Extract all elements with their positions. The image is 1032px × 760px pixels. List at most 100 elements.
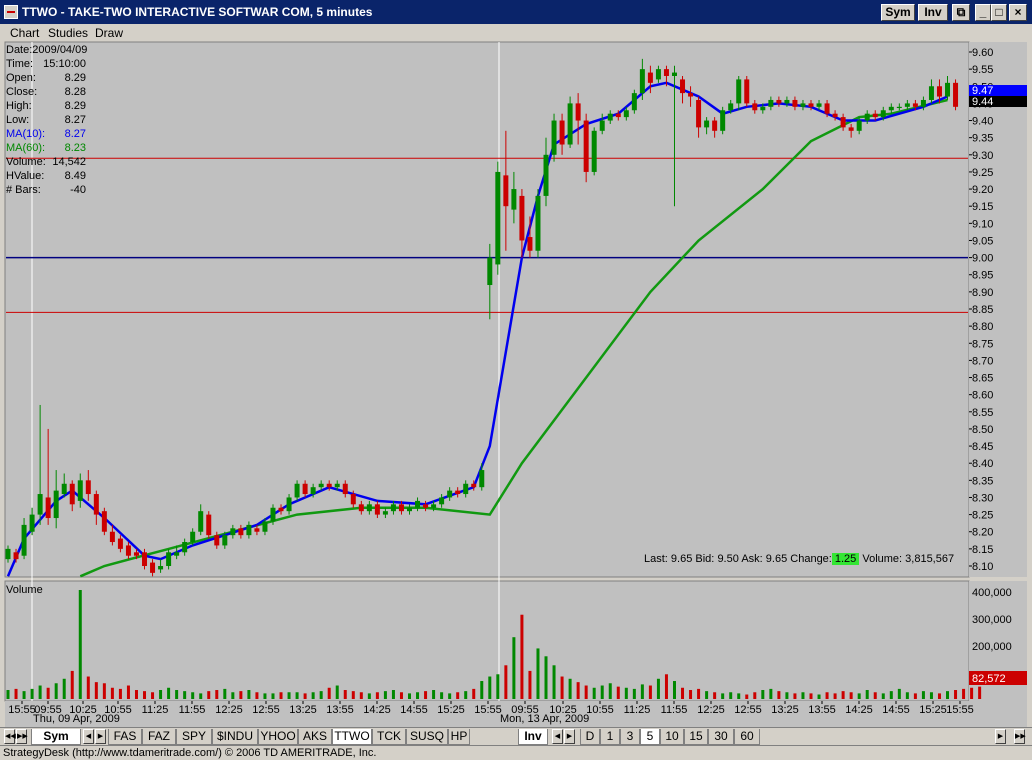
data-window-row: MA(10): 8.27 (6, 127, 86, 141)
symbol-tab-susq[interactable]: SUSQ (406, 729, 448, 745)
interval-tab-10[interactable]: 10 (660, 729, 684, 745)
symbol-tab-spy[interactable]: SPY (176, 729, 212, 745)
change-label: Change: (790, 553, 832, 565)
x-tick-label: 12:55 (734, 704, 762, 716)
volume-bar (785, 692, 789, 699)
volume-bar (777, 691, 781, 699)
data-window-value: 8.49 (64, 170, 86, 182)
next-symbol-icon[interactable]: ▶ (95, 729, 106, 744)
symbol-tab-fas[interactable]: FAS (108, 729, 142, 745)
volume-tick-label: 400,000 (972, 587, 1012, 599)
volume-bar (134, 690, 138, 699)
data-window-label: # Bars: (6, 184, 41, 196)
prev-interval-icon[interactable]: ◀ (552, 729, 563, 744)
x-tick-label: 12:25 (697, 704, 725, 716)
candle-body (45, 497, 51, 519)
symbol-tab-aks[interactable]: AKS (298, 729, 332, 745)
candle-body (117, 538, 123, 549)
interval-tab-3[interactable]: 3 (620, 729, 640, 745)
candle-body (655, 69, 661, 80)
volume-bar (391, 690, 395, 699)
candle-body (326, 483, 332, 488)
data-window-row: Time: 15:10:00 (6, 57, 86, 71)
y-tick-label: 8.20 (972, 527, 993, 539)
volume-bar (536, 648, 540, 699)
y-tick-label: 8.10 (972, 561, 993, 573)
volume-bar (745, 694, 749, 699)
interval-tab-5[interactable]: 5 (640, 729, 660, 745)
symbol-tab-ttwo[interactable]: TTWO (332, 729, 372, 745)
price-chart[interactable]: 9.609.559.509.459.409.359.309.259.209.15… (0, 0, 1032, 727)
volume-bar (448, 693, 452, 699)
volume-bar (94, 682, 98, 699)
candle-body (254, 528, 260, 532)
volume-bar (383, 691, 387, 699)
volume-bar (472, 688, 476, 699)
candle-body (150, 562, 156, 573)
candle-body (374, 504, 380, 515)
candle-body (29, 514, 35, 532)
volume-bar (46, 687, 50, 699)
inv-tab[interactable]: Inv (518, 729, 548, 745)
volume-bar (295, 692, 299, 699)
data-window-label: Close: (6, 86, 38, 98)
sym-tab[interactable]: Sym (31, 729, 81, 745)
interval-tab-d[interactable]: D (580, 729, 600, 745)
data-window-value: 8.29 (64, 100, 86, 112)
candle-body (872, 113, 878, 118)
interval-tab-15[interactable]: 15 (684, 729, 708, 745)
volume-bar (648, 685, 652, 699)
data-window-value: 8.27 (64, 114, 86, 126)
volume-bar (865, 690, 869, 699)
symbol-tab-faz[interactable]: FAZ (142, 729, 176, 745)
scroll-end-icon[interactable]: ▶▶ (1014, 729, 1026, 744)
next-interval-icon[interactable]: ▶ (564, 729, 575, 744)
volume-bar (504, 665, 508, 699)
symbol-tab-indu[interactable]: $INDU (212, 729, 258, 745)
volume-bar (271, 693, 275, 699)
first-tab-icon[interactable]: ◀◀ (4, 729, 16, 744)
candle (567, 96, 573, 148)
next-tab-icon[interactable]: ▶▶ (16, 729, 28, 744)
candle-body (953, 82, 959, 107)
x-tick-label: 12:55 (252, 704, 280, 716)
bid-label: Bid: (695, 553, 715, 565)
volume-bar (351, 691, 355, 699)
candle-body (182, 542, 188, 553)
interval-tab-60[interactable]: 60 (734, 729, 760, 745)
y-tick-label: 8.15 (972, 544, 993, 556)
scroll-right-icon[interactable]: ▶ (995, 729, 1006, 744)
volume-bar (857, 693, 861, 699)
volume-bar (897, 688, 901, 699)
volume-bar (70, 670, 74, 699)
candle-body (109, 531, 115, 543)
candle-body (133, 552, 139, 556)
candle-body (495, 171, 501, 265)
candle-body (864, 113, 870, 121)
x-tick-label: 15:25 (437, 704, 465, 716)
volume-bar (592, 687, 596, 699)
volume-bar (223, 688, 227, 699)
symbol-tab-yhoo[interactable]: YHOO (258, 729, 298, 745)
data-window-value: 8.29 (64, 72, 86, 84)
symbol-tab-hp[interactable]: HP (448, 729, 470, 745)
volume-bar (480, 681, 484, 699)
volume-bar (937, 693, 941, 699)
change-value: 1.25 (831, 553, 860, 565)
last-label: Last: (644, 553, 668, 565)
y-tick-label: 8.65 (972, 373, 993, 385)
candle-body (800, 103, 806, 107)
interval-tab-30[interactable]: 30 (708, 729, 734, 745)
candle-body (174, 552, 180, 556)
candle-body (768, 99, 774, 107)
y-tick-label: 8.60 (972, 390, 993, 402)
volume-bar (432, 690, 436, 699)
interval-tab-1[interactable]: 1 (600, 729, 620, 745)
candle-body (912, 103, 918, 107)
volume-tag-label: 82,572 (972, 673, 1006, 685)
symbol-tab-tck[interactable]: TCK (372, 729, 406, 745)
data-window-label: MA(10): (6, 128, 46, 140)
x-tick-label: 14:25 (845, 704, 873, 716)
prev-symbol-icon[interactable]: ◀ (83, 729, 94, 744)
volume-bar (247, 690, 251, 699)
